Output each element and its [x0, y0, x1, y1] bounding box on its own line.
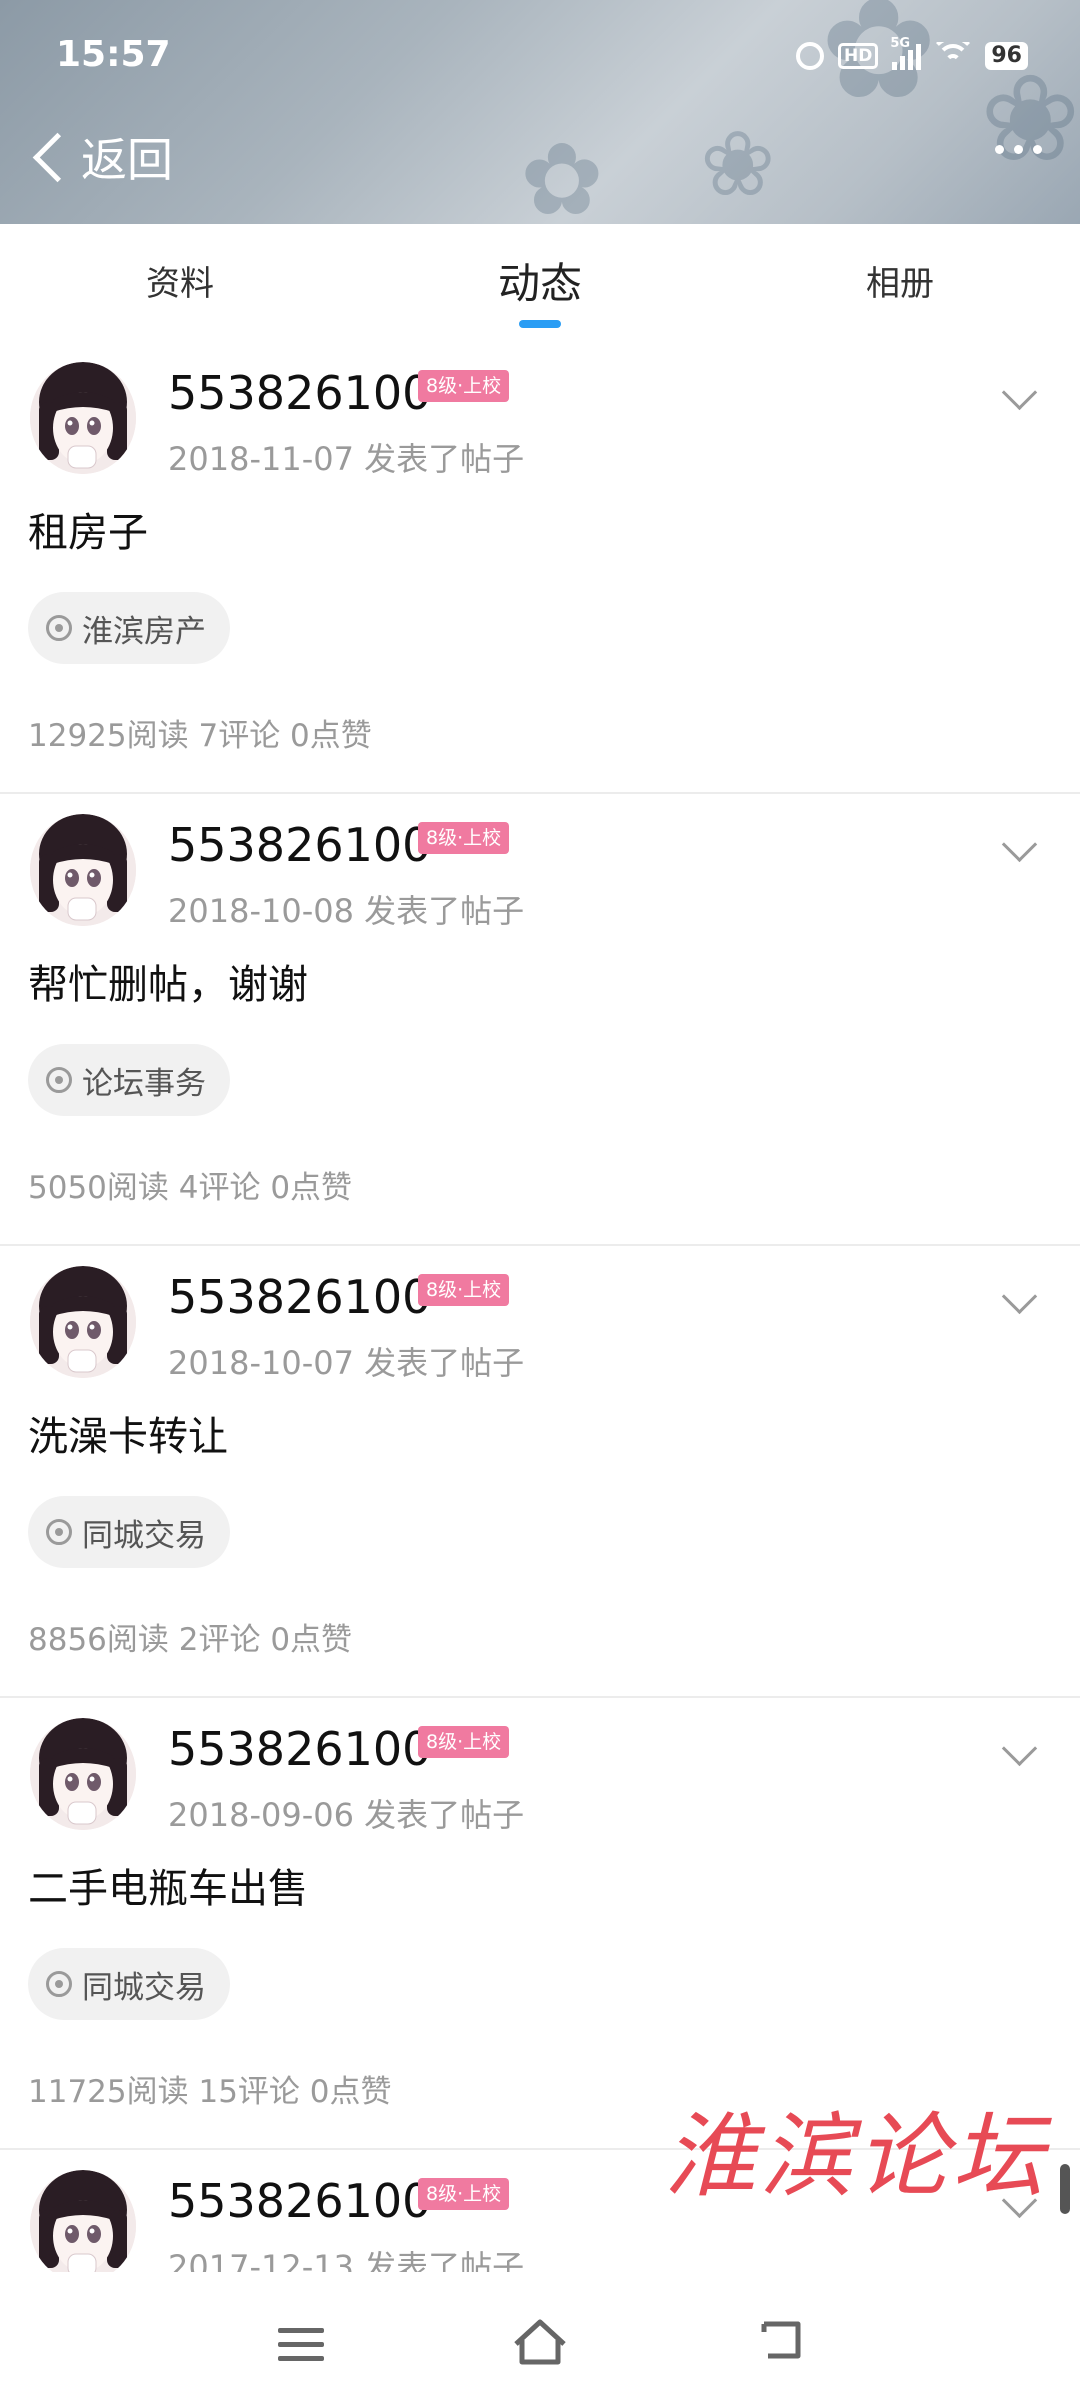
chevron-down-icon[interactable] — [1001, 826, 1038, 863]
avatar-image — [30, 1718, 136, 1830]
post-item[interactable]: 553826100 8级·上校 2018-11-07 发表了帖子 租房子 淮滨房… — [0, 342, 1080, 794]
tag-label: 论坛事务 — [82, 1065, 206, 1102]
level-badge: 8级·上校 — [418, 822, 510, 854]
avatar[interactable] — [30, 362, 136, 474]
post-action: 发表了帖子 — [364, 1344, 525, 1382]
level-badge: 8级·上校 — [418, 1274, 510, 1306]
system-back-button[interactable] — [756, 2318, 806, 2362]
active-tab-indicator — [519, 320, 561, 328]
tab-activity[interactable]: 动态 — [360, 224, 720, 342]
username[interactable]: 553826100 — [168, 1270, 431, 1324]
tab-label: 资料 — [146, 264, 214, 304]
tag-label: 淮滨房产 — [82, 613, 206, 650]
post-item[interactable]: 553826100 8级·上校 2018-10-07 发表了帖子 洗澡卡转让 同… — [0, 1246, 1080, 1698]
avatar-image — [30, 2170, 136, 2272]
recent-apps-button[interactable] — [278, 2328, 324, 2362]
tab-label: 相册 — [866, 264, 934, 304]
chevron-left-icon — [32, 132, 83, 182]
post-date: 2018-10-08 — [168, 892, 354, 930]
flower-decoration-icon: ❀ — [980, 50, 1080, 189]
more-dots-icon — [995, 145, 1004, 154]
avatar[interactable] — [30, 814, 136, 926]
username[interactable]: 553826100 — [168, 818, 431, 872]
username[interactable]: 553826100 — [168, 1722, 431, 1776]
post-meta: 2018-10-08 发表了帖子 — [168, 886, 524, 932]
target-icon — [46, 1519, 72, 1545]
flower-decoration-icon: ✿ — [520, 121, 604, 225]
scrollbar[interactable] — [1060, 2164, 1070, 2214]
tag-label: 同城交易 — [82, 1517, 206, 1554]
signal-icon: 5G — [890, 36, 922, 70]
chevron-down-icon[interactable] — [1001, 1730, 1038, 1767]
tab-album[interactable]: 相册 — [720, 224, 1080, 342]
post-date: 2018-09-06 — [168, 1796, 354, 1834]
forum-tag[interactable]: 淮滨房产 — [28, 592, 230, 664]
post-date: 2017-12-13 — [168, 2248, 354, 2272]
tab-label: 动态 — [497, 259, 582, 308]
post-stats: 11725阅读 15评论 0点赞 — [28, 2074, 392, 2110]
back-button[interactable]: 返回 — [26, 122, 173, 192]
level-badge: 8级·上校 — [418, 1726, 510, 1758]
post-action: 发表了帖子 — [364, 1796, 525, 1834]
post-meta: 2018-10-07 发表了帖子 — [168, 1338, 524, 1384]
post-item[interactable]: 553826100 8级·上校 2018-10-08 发表了帖子 帮忙删帖，谢谢… — [0, 794, 1080, 1246]
back-icon — [761, 2321, 801, 2359]
post-title[interactable]: 帮忙删帖，谢谢 — [28, 952, 308, 1010]
tab-profile[interactable]: 资料 — [0, 224, 360, 342]
target-icon — [46, 615, 72, 641]
status-time: 15:57 — [56, 34, 171, 75]
flower-decoration-icon: ❀ — [700, 112, 776, 217]
target-icon — [46, 1067, 72, 1093]
post-title[interactable]: 二手电瓶车出售 — [28, 1856, 308, 1914]
avatar-image — [30, 1266, 136, 1378]
hd-icon: HD — [838, 43, 879, 69]
profile-tabs: 资料 动态 相册 — [0, 224, 1080, 342]
post-meta: 2018-09-06 发表了帖子 — [168, 1790, 524, 1836]
forum-tag[interactable]: 同城交易 — [28, 1948, 230, 2020]
tag-label: 同城交易 — [82, 1969, 206, 2006]
post-date: 2018-11-07 — [168, 440, 354, 478]
watermark-text: 淮滨论坛 — [664, 2103, 1049, 2210]
post-date: 2018-10-07 — [168, 1344, 354, 1382]
status-icons: HD 5G 96 — [796, 36, 1028, 76]
post-stats: 8856阅读 2评论 0点赞 — [28, 1622, 353, 1658]
forum-tag[interactable]: 论坛事务 — [28, 1044, 230, 1116]
post-stats: 5050阅读 4评论 0点赞 — [28, 1170, 353, 1206]
post-title[interactable]: 洗澡卡转让 — [28, 1404, 228, 1462]
chevron-down-icon[interactable] — [1001, 1278, 1038, 1315]
post-meta: 2017-12-13 发表了帖子 — [168, 2242, 524, 2272]
wifi-icon — [935, 42, 971, 70]
username[interactable]: 553826100 — [168, 2174, 431, 2228]
post-action: 发表了帖子 — [364, 2248, 525, 2272]
avatar[interactable] — [30, 2170, 136, 2272]
post-meta: 2018-11-07 发表了帖子 — [168, 434, 524, 480]
post-title[interactable]: 租房子 — [28, 500, 148, 558]
level-badge: 8级·上校 — [418, 370, 510, 402]
forum-tag[interactable]: 同城交易 — [28, 1496, 230, 1568]
username[interactable]: 553826100 — [168, 366, 431, 420]
avatar-image — [30, 362, 136, 474]
chevron-down-icon[interactable] — [1001, 374, 1038, 411]
profile-header: ✿ ❀ ✿ ❀ 15:57 HD 5G 96 返回 — [0, 0, 1080, 224]
more-options-button[interactable] — [995, 145, 1042, 154]
battery-icon: 96 — [985, 42, 1028, 70]
network-type-label: 5G — [890, 36, 911, 51]
home-button[interactable] — [510, 2312, 570, 2372]
post-action: 发表了帖子 — [364, 440, 525, 478]
back-label: 返回 — [81, 133, 173, 187]
avatar[interactable] — [30, 1266, 136, 1378]
post-stats: 12925阅读 7评论 0点赞 — [28, 718, 372, 754]
level-badge: 8级·上校 — [418, 2178, 510, 2210]
avatar[interactable] — [30, 1718, 136, 1830]
system-nav-bar — [0, 2272, 1080, 2400]
post-action: 发表了帖子 — [364, 892, 525, 930]
home-icon — [514, 2319, 566, 2365]
alarm-icon — [796, 42, 825, 70]
target-icon — [46, 1971, 72, 1997]
activity-feed: 553826100 8级·上校 2018-11-07 发表了帖子 租房子 淮滨房… — [0, 342, 1080, 2272]
avatar-image — [30, 814, 136, 926]
